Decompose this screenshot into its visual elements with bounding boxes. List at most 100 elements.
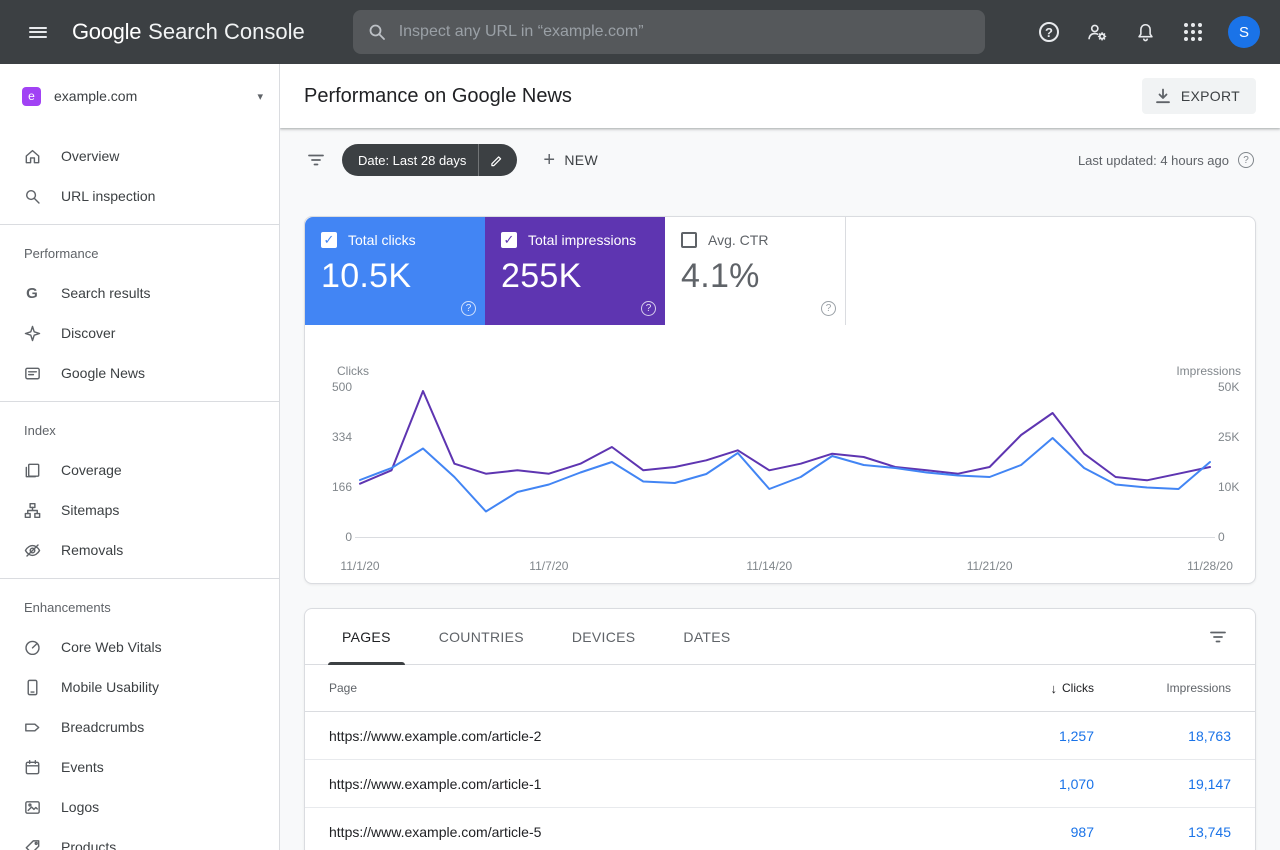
sidebar-item-label: Sitemaps (61, 502, 120, 518)
clicks-cell[interactable]: 1,257 (974, 728, 1094, 744)
table-filter-icon[interactable] (1208, 627, 1228, 647)
manage-users-button[interactable] (1076, 11, 1118, 53)
tab-countries[interactable]: COUNTRIES (415, 609, 548, 665)
chevron-down-icon: ▾ (257, 90, 263, 103)
page-url-cell[interactable]: https://www.example.com/article-5 (329, 824, 974, 840)
date-filter-chip[interactable]: Date: Last 28 days (342, 144, 518, 176)
search-input[interactable] (398, 23, 971, 41)
checkbox-checked-icon[interactable]: ✓ (321, 232, 337, 248)
svg-text:Clicks: Clicks (337, 364, 369, 378)
table-row[interactable]: https://www.example.com/article-5 987 13… (305, 808, 1255, 850)
impressions-cell[interactable]: 19,147 (1094, 776, 1231, 792)
edit-pencil-icon[interactable] (479, 144, 513, 176)
help-icon[interactable]: ? (461, 301, 476, 316)
export-label: EXPORT (1180, 88, 1240, 104)
sidebar-item-mobile-usability[interactable]: Mobile Usability (0, 667, 279, 707)
sidebar-item-label: Removals (61, 542, 124, 558)
checkbox-unchecked-icon[interactable] (681, 232, 697, 248)
column-header-page[interactable]: Page (329, 681, 974, 695)
date-chip-label: Date: Last 28 days (358, 152, 467, 168)
filter-bar: Date: Last 28 days + NEW Last updated: 4… (280, 128, 1280, 192)
svg-text:50K: 50K (1218, 380, 1239, 394)
sidebar-item-breadcrumbs[interactable]: Breadcrumbs (0, 707, 279, 747)
metric-tiles-spacer (845, 217, 1255, 325)
sidebar-item-label: Products (61, 839, 117, 850)
tab-pages[interactable]: PAGES (318, 609, 415, 665)
column-header-clicks[interactable]: ↓ Clicks (974, 680, 1095, 696)
bell-icon (1135, 22, 1156, 43)
divider (0, 578, 279, 579)
topbar: Google Search Console ? (0, 0, 1280, 64)
apps-grid-icon (1184, 23, 1202, 41)
impressions-cell[interactable]: 13,745 (1094, 824, 1231, 840)
clicks-cell[interactable]: 1,070 (974, 776, 1094, 792)
download-icon (1154, 87, 1172, 105)
sidebar-item-label: Mobile Usability (61, 679, 160, 695)
sidebar-item-sitemaps[interactable]: Sitemaps (0, 490, 279, 530)
scroll-region[interactable]: Date: Last 28 days + NEW Last updated: 4… (280, 128, 1280, 850)
discover-sparkle-icon (22, 323, 42, 343)
metric-label: Avg. CTR (708, 232, 769, 248)
checkbox-checked-icon[interactable]: ✓ (501, 232, 517, 248)
google-g-icon: G (26, 284, 38, 302)
eye-off-icon (22, 540, 42, 560)
svg-text:11/28/20: 11/28/20 (1187, 559, 1233, 573)
sidebar-item-label: Logos (61, 799, 100, 815)
svg-text:166: 166 (332, 480, 352, 494)
sidebar-item-url-inspection[interactable]: URL inspection (0, 176, 279, 216)
help-icon[interactable]: ? (1238, 152, 1254, 168)
section-title-performance: Performance (24, 245, 99, 261)
table-row[interactable]: https://www.example.com/article-2 1,257 … (305, 712, 1255, 760)
sidebar-item-coverage[interactable]: Coverage (0, 450, 279, 490)
metric-card-avg-ctr[interactable]: Avg. CTR 4.1% ? (665, 217, 845, 325)
dimensions-table-card: PAGES COUNTRIES DEVICES DATES Page ↓ Cli… (304, 608, 1256, 850)
notifications-button[interactable] (1124, 11, 1166, 53)
column-header-impressions[interactable]: Impressions (1094, 681, 1231, 695)
sidebar-item-label: Overview (61, 148, 120, 164)
url-inspect-searchbar[interactable] (352, 10, 985, 54)
page-url-cell[interactable]: https://www.example.com/article-1 (329, 776, 974, 792)
last-updated-text: Last updated: 4 hours ago (1077, 152, 1229, 168)
svg-text:Impressions: Impressions (1176, 364, 1241, 378)
sidebar-item-removals[interactable]: Removals (0, 530, 279, 570)
metric-card-total-clicks[interactable]: ✓ Total clicks 10.5K ? (305, 217, 485, 325)
sidebar: e example.com ▾ Overview URL inspection … (0, 64, 280, 850)
hamburger-menu-button[interactable] (14, 8, 62, 56)
page-url-cell[interactable]: https://www.example.com/article-2 (329, 728, 974, 744)
sidebar-item-google-news[interactable]: Google News (0, 353, 279, 393)
sidebar-item-label: Google News (61, 365, 146, 381)
impressions-cell[interactable]: 18,763 (1094, 728, 1231, 744)
help-button[interactable]: ? (1028, 11, 1070, 53)
help-icon[interactable]: ? (641, 301, 656, 316)
sidebar-item-core-web-vitals[interactable]: Core Web Vitals (0, 627, 279, 667)
avatar[interactable]: S (1228, 16, 1260, 48)
metric-card-total-impressions[interactable]: ✓ Total impressions 255K ? (485, 217, 665, 325)
clicks-cell[interactable]: 987 (974, 824, 1094, 840)
page-title: Performance on Google News (304, 84, 572, 107)
tab-devices[interactable]: DEVICES (548, 609, 660, 665)
svg-text:0: 0 (1218, 530, 1225, 544)
performance-chart: Clicks Impressions 0 166 334 500 0 10K 25K 50K 11/… (305, 325, 1255, 583)
sort-desc-icon: ↓ (1050, 680, 1058, 696)
export-button[interactable]: EXPORT (1141, 78, 1256, 114)
sidebar-item-events[interactable]: Events (0, 747, 279, 787)
smartphone-icon (22, 677, 42, 697)
table-row[interactable]: https://www.example.com/article-1 1,070 … (305, 760, 1255, 808)
svg-text:0: 0 (345, 530, 352, 544)
manage-users-icon (1086, 21, 1108, 43)
metric-label: Total impressions (528, 232, 637, 248)
speedometer-icon (22, 637, 42, 657)
sidebar-item-overview[interactable]: Overview (0, 136, 279, 176)
help-icon[interactable]: ? (821, 301, 836, 316)
apps-grid-button[interactable] (1172, 11, 1214, 53)
sidebar-item-search-results[interactable]: G Search results (0, 273, 279, 313)
tab-dates[interactable]: DATES (659, 609, 754, 665)
performance-summary-card: ✓ Total clicks 10.5K ? ✓ Total impressio… (304, 216, 1256, 584)
property-selector[interactable]: e example.com ▾ (0, 64, 279, 128)
filter-list-icon[interactable] (306, 150, 326, 170)
sidebar-item-products[interactable]: Products (0, 827, 279, 850)
sidebar-item-discover[interactable]: Discover (0, 313, 279, 353)
new-filter-button[interactable]: + NEW (543, 150, 598, 170)
line-chart: Clicks Impressions 0 166 334 500 0 10K 25K 50K 11/… (332, 364, 1241, 573)
sidebar-item-logos[interactable]: Logos (0, 787, 279, 827)
